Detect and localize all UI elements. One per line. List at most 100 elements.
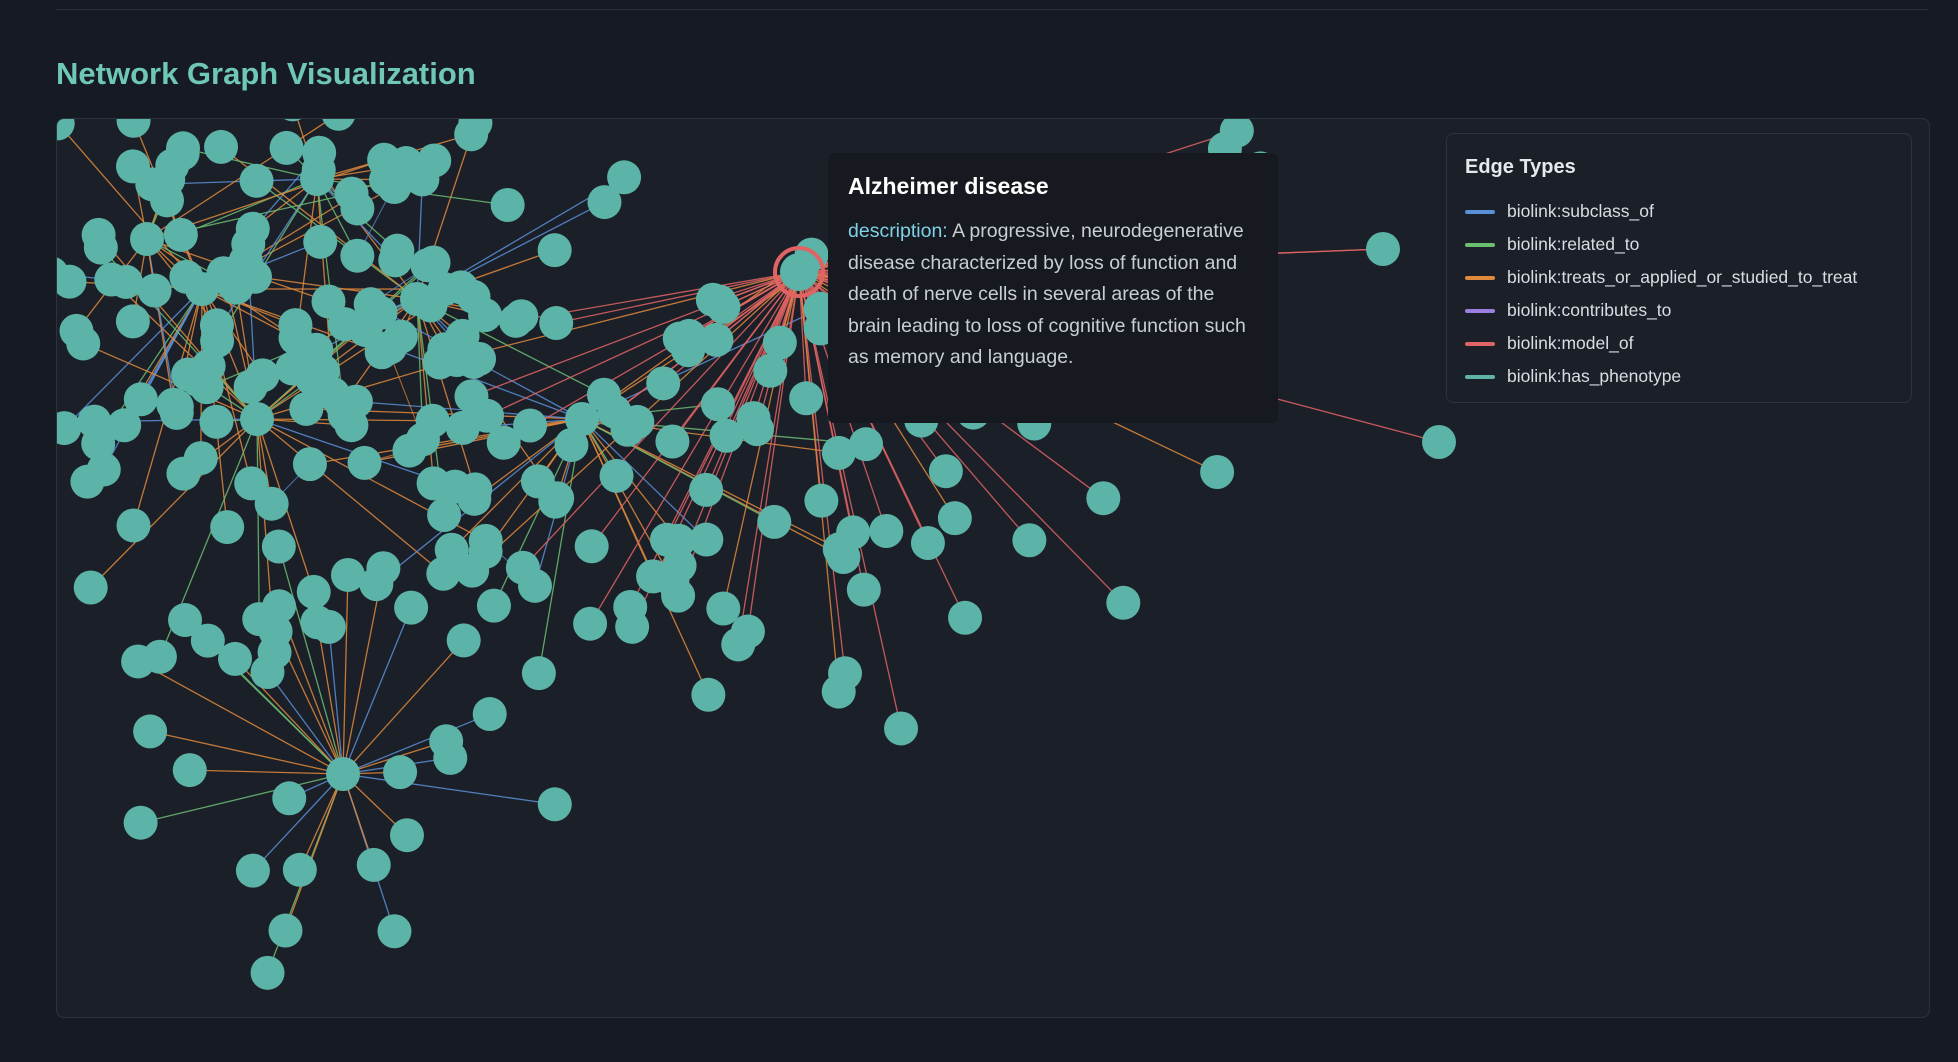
graph-node[interactable] <box>537 233 572 268</box>
graph-node[interactable] <box>1086 481 1121 516</box>
graph-node[interactable] <box>73 570 108 605</box>
graph-node[interactable] <box>59 313 94 348</box>
graph-node[interactable] <box>116 508 151 543</box>
graph-node[interactable] <box>300 162 334 196</box>
graph-node[interactable] <box>702 284 737 319</box>
graph-node[interactable] <box>383 755 418 790</box>
graph-node[interactable] <box>587 185 622 220</box>
graph-node[interactable] <box>338 384 373 419</box>
graph-node[interactable] <box>269 130 304 165</box>
graph-node[interactable] <box>490 188 525 223</box>
graph-node[interactable] <box>303 224 338 259</box>
graph-node[interactable] <box>597 394 632 429</box>
graph-node[interactable] <box>821 674 856 709</box>
graph-node[interactable] <box>377 914 412 949</box>
graph-node[interactable] <box>57 411 82 446</box>
graph-node[interactable] <box>849 427 884 462</box>
graph-node[interactable] <box>311 609 346 644</box>
graph-node[interactable] <box>233 369 268 404</box>
graph-node[interactable] <box>709 418 744 453</box>
graph-node[interactable] <box>1422 425 1456 459</box>
graph-node[interactable] <box>94 262 129 297</box>
graph-node[interactable] <box>613 589 648 624</box>
graph-node[interactable] <box>1106 585 1141 620</box>
graph-node[interactable] <box>539 306 574 341</box>
graph-node[interactable] <box>210 510 245 545</box>
graph-node[interactable] <box>356 847 391 882</box>
graph-node[interactable] <box>218 641 253 676</box>
graph-node[interactable] <box>250 955 285 990</box>
graph-node[interactable] <box>340 238 375 273</box>
graph-node[interactable] <box>155 148 190 183</box>
graph-node[interactable] <box>1012 523 1047 558</box>
graph-node[interactable] <box>166 456 201 491</box>
graph-node[interactable] <box>373 330 408 365</box>
graph-node[interactable] <box>185 272 219 306</box>
graph-node[interactable] <box>789 381 824 416</box>
graph-node[interactable] <box>410 248 445 283</box>
graph-node[interactable] <box>446 623 481 658</box>
graph-node[interactable] <box>123 382 158 417</box>
graph-node[interactable] <box>389 818 424 853</box>
graph-node[interactable] <box>462 341 497 376</box>
graph-node[interactable] <box>276 119 310 122</box>
graph-node[interactable] <box>846 572 881 607</box>
graph-node[interactable] <box>910 526 945 561</box>
graph-node[interactable] <box>537 787 572 822</box>
graph-node[interactable] <box>1200 455 1235 490</box>
graph-node[interactable] <box>836 515 871 550</box>
graph-node[interactable] <box>757 504 792 539</box>
graph-node[interactable] <box>456 279 491 314</box>
graph-node[interactable] <box>240 402 274 436</box>
graph-node[interactable] <box>417 143 452 178</box>
graph-node[interactable] <box>171 357 206 392</box>
graph-node[interactable] <box>204 129 239 164</box>
graph-node[interactable] <box>199 404 234 439</box>
graph-node[interactable] <box>367 142 402 177</box>
graph-node[interactable] <box>565 402 599 436</box>
graph-node[interactable] <box>254 486 289 521</box>
graph-node[interactable] <box>472 697 507 732</box>
graph-node[interactable] <box>661 578 696 613</box>
graph-node[interactable] <box>115 304 150 339</box>
graph-node[interactable] <box>83 230 118 265</box>
graph-node[interactable] <box>573 606 608 641</box>
graph-node[interactable] <box>311 284 346 319</box>
graph-node[interactable] <box>239 163 274 198</box>
graph-node[interactable] <box>70 464 105 499</box>
graph-node[interactable] <box>928 454 963 489</box>
graph-node[interactable] <box>427 497 462 532</box>
graph-node[interactable] <box>521 656 556 691</box>
graph-node[interactable] <box>163 217 198 252</box>
graph-node[interactable] <box>216 267 251 302</box>
graph-node[interactable] <box>130 222 164 256</box>
graph-node[interactable] <box>762 325 797 360</box>
graph-node[interactable] <box>476 588 511 623</box>
graph-node[interactable] <box>261 529 296 564</box>
graph-node[interactable] <box>422 345 457 380</box>
graph-node[interactable] <box>235 211 270 246</box>
graph-node[interactable] <box>662 321 697 356</box>
graph-node[interactable] <box>347 445 382 480</box>
graph-node[interactable] <box>457 481 492 516</box>
graph-node[interactable] <box>235 853 270 888</box>
graph-node[interactable] <box>115 149 150 184</box>
graph-node[interactable] <box>123 805 158 840</box>
graph-node[interactable] <box>116 119 151 138</box>
graph-node[interactable] <box>700 387 735 422</box>
graph-node[interactable] <box>137 273 172 308</box>
graph-node[interactable] <box>275 351 310 386</box>
graph-node[interactable] <box>168 603 203 638</box>
graph-node[interactable] <box>77 404 112 439</box>
graph-node[interactable] <box>250 655 285 690</box>
graph-node[interactable] <box>330 557 365 592</box>
graph-node[interactable] <box>400 282 434 316</box>
graph-node[interactable] <box>394 590 429 625</box>
graph-node[interactable] <box>334 176 369 211</box>
graph-node[interactable] <box>455 553 490 588</box>
graph-node[interactable] <box>353 287 388 322</box>
graph-node[interactable] <box>937 501 972 536</box>
graph-node[interactable] <box>321 119 355 131</box>
graph-node[interactable] <box>884 711 919 746</box>
graph-node[interactable] <box>199 308 234 343</box>
